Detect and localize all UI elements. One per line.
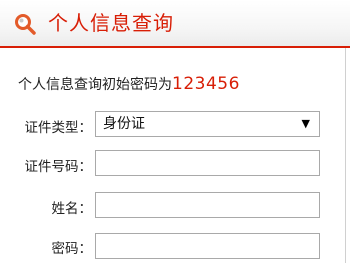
id-type-selected-value: 身份证 — [103, 116, 145, 132]
search-icon — [15, 14, 36, 35]
id-type-select[interactable]: 身份证 ▼ — [95, 111, 320, 137]
page-header: 个人信息查询 — [0, 0, 350, 48]
id-type-label: 证件类型： — [24, 120, 93, 136]
name-label: 姓名： — [51, 201, 93, 217]
initial-password-value: 123456 — [172, 74, 240, 94]
password-input[interactable] — [95, 233, 320, 259]
panel-border — [345, 48, 346, 263]
dropdown-arrow-icon[interactable]: ▼ — [302, 117, 310, 131]
initial-password-notice: 个人信息查询初始密码为123456 — [18, 74, 240, 95]
password-label: 密码： — [51, 241, 93, 257]
notice-text: 个人信息查询初始密码为 — [18, 77, 172, 93]
id-number-input[interactable] — [95, 150, 320, 176]
name-input[interactable] — [95, 192, 320, 218]
page-title: 个人信息查询 — [48, 11, 174, 35]
id-number-label: 证件号码： — [24, 159, 93, 175]
